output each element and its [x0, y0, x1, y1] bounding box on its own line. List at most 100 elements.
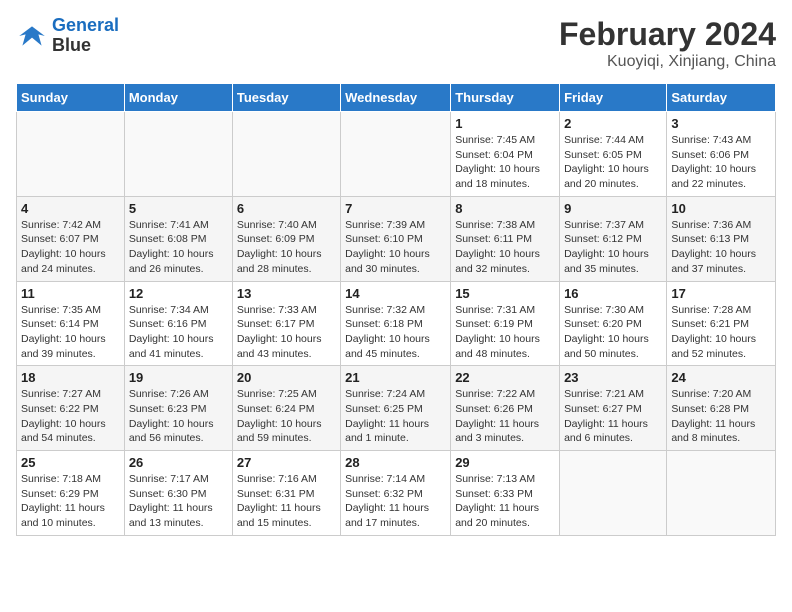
calendar-body: 1 Sunrise: 7:45 AM Sunset: 6:04 PM Daylig…	[17, 112, 776, 536]
calendar-day-cell: 1 Sunrise: 7:45 AM Sunset: 6:04 PM Daylig…	[451, 112, 560, 197]
calendar-day-cell: 4 Sunrise: 7:42 AM Sunset: 6:07 PM Daylig…	[17, 196, 125, 281]
day-number: 20	[237, 370, 336, 385]
day-number: 21	[345, 370, 446, 385]
calendar-week-row: 1 Sunrise: 7:45 AM Sunset: 6:04 PM Daylig…	[17, 112, 776, 197]
calendar-day-cell: 19 Sunrise: 7:26 AM Sunset: 6:23 PM Dayli…	[124, 366, 232, 451]
day-info: Sunrise: 7:38 AM Sunset: 6:11 PM Dayligh…	[455, 218, 555, 277]
calendar-day-cell: 29 Sunrise: 7:13 AM Sunset: 6:33 PM Dayli…	[451, 451, 560, 536]
weekday-header-cell: Friday	[560, 84, 667, 112]
day-number: 14	[345, 286, 446, 301]
calendar-day-cell: 10 Sunrise: 7:36 AM Sunset: 6:13 PM Dayli…	[667, 196, 776, 281]
calendar-day-cell: 21 Sunrise: 7:24 AM Sunset: 6:25 PM Dayli…	[341, 366, 451, 451]
day-info: Sunrise: 7:42 AM Sunset: 6:07 PM Dayligh…	[21, 218, 120, 277]
day-info: Sunrise: 7:39 AM Sunset: 6:10 PM Dayligh…	[345, 218, 446, 277]
day-number: 5	[129, 201, 228, 216]
calendar-day-cell: 15 Sunrise: 7:31 AM Sunset: 6:19 PM Dayli…	[451, 281, 560, 366]
weekday-header-cell: Thursday	[451, 84, 560, 112]
day-info: Sunrise: 7:32 AM Sunset: 6:18 PM Dayligh…	[345, 303, 446, 362]
calendar-day-cell: 28Sunrise: 7:14 AM Sunset: 6:32 PM Dayli…	[341, 451, 451, 536]
calendar-day-cell: 18 Sunrise: 7:27 AM Sunset: 6:22 PM Dayli…	[17, 366, 125, 451]
day-info: Sunrise: 7:22 AM Sunset: 6:26 PM Dayligh…	[455, 387, 555, 446]
logo-icon	[16, 20, 48, 52]
day-number: 15	[455, 286, 555, 301]
calendar-day-cell: 22 Sunrise: 7:22 AM Sunset: 6:26 PM Dayli…	[451, 366, 560, 451]
day-number: 12	[129, 286, 228, 301]
day-number: 23	[564, 370, 662, 385]
day-info: Sunrise: 7:17 AM Sunset: 6:30 PM Dayligh…	[129, 472, 228, 531]
calendar-week-row: 25Sunrise: 7:18 AM Sunset: 6:29 PM Dayli…	[17, 451, 776, 536]
title-block: February 2024 Kuoyiqi, Xinjiang, China	[559, 16, 776, 71]
calendar-day-cell: 25Sunrise: 7:18 AM Sunset: 6:29 PM Dayli…	[17, 451, 125, 536]
location-subtitle: Kuoyiqi, Xinjiang, China	[559, 53, 776, 71]
calendar-day-cell	[341, 112, 451, 197]
day-number: 11	[21, 286, 120, 301]
day-info: Sunrise: 7:25 AM Sunset: 6:24 PM Dayligh…	[237, 387, 336, 446]
day-number: 9	[564, 201, 662, 216]
calendar-table: SundayMondayTuesdayWednesdayThursdayFrid…	[16, 83, 776, 536]
calendar-day-cell: 9 Sunrise: 7:37 AM Sunset: 6:12 PM Daylig…	[560, 196, 667, 281]
day-number: 10	[671, 201, 771, 216]
calendar-day-cell: 5 Sunrise: 7:41 AM Sunset: 6:08 PM Daylig…	[124, 196, 232, 281]
day-info: Sunrise: 7:41 AM Sunset: 6:08 PM Dayligh…	[129, 218, 228, 277]
day-number: 8	[455, 201, 555, 216]
day-info: Sunrise: 7:28 AM Sunset: 6:21 PM Dayligh…	[671, 303, 771, 362]
day-info: Sunrise: 7:18 AM Sunset: 6:29 PM Dayligh…	[21, 472, 120, 531]
day-number: 6	[237, 201, 336, 216]
calendar-day-cell: 3Sunrise: 7:43 AM Sunset: 6:06 PM Daylig…	[667, 112, 776, 197]
page-header: General Blue February 2024 Kuoyiqi, Xinj…	[16, 16, 776, 71]
day-info: Sunrise: 7:35 AM Sunset: 6:14 PM Dayligh…	[21, 303, 120, 362]
day-number: 17	[671, 286, 771, 301]
day-info: Sunrise: 7:43 AM Sunset: 6:06 PM Dayligh…	[671, 133, 771, 192]
day-number: 16	[564, 286, 662, 301]
day-info: Sunrise: 7:37 AM Sunset: 6:12 PM Dayligh…	[564, 218, 662, 277]
calendar-day-cell: 17 Sunrise: 7:28 AM Sunset: 6:21 PM Dayli…	[667, 281, 776, 366]
logo-text: General Blue	[52, 16, 119, 56]
weekday-header-cell: Wednesday	[341, 84, 451, 112]
day-info: Sunrise: 7:36 AM Sunset: 6:13 PM Dayligh…	[671, 218, 771, 277]
day-number: 24	[671, 370, 771, 385]
day-number: 1	[455, 116, 555, 131]
day-info: Sunrise: 7:27 AM Sunset: 6:22 PM Dayligh…	[21, 387, 120, 446]
calendar-week-row: 4 Sunrise: 7:42 AM Sunset: 6:07 PM Daylig…	[17, 196, 776, 281]
weekday-header-cell: Monday	[124, 84, 232, 112]
calendar-day-cell: 23 Sunrise: 7:21 AM Sunset: 6:27 PM Dayli…	[560, 366, 667, 451]
calendar-day-cell	[124, 112, 232, 197]
day-number: 18	[21, 370, 120, 385]
weekday-header-cell: Tuesday	[232, 84, 340, 112]
day-info: Sunrise: 7:26 AM Sunset: 6:23 PM Dayligh…	[129, 387, 228, 446]
day-number: 4	[21, 201, 120, 216]
calendar-day-cell: 16 Sunrise: 7:30 AM Sunset: 6:20 PM Dayli…	[560, 281, 667, 366]
calendar-day-cell: 2Sunrise: 7:44 AM Sunset: 6:05 PM Daylig…	[560, 112, 667, 197]
day-info: Sunrise: 7:24 AM Sunset: 6:25 PM Dayligh…	[345, 387, 446, 446]
calendar-day-cell	[667, 451, 776, 536]
day-number: 27	[237, 455, 336, 470]
calendar-day-cell: 12Sunrise: 7:34 AM Sunset: 6:16 PM Dayli…	[124, 281, 232, 366]
day-info: Sunrise: 7:16 AM Sunset: 6:31 PM Dayligh…	[237, 472, 336, 531]
calendar-day-cell: 26Sunrise: 7:17 AM Sunset: 6:30 PM Dayli…	[124, 451, 232, 536]
day-number: 22	[455, 370, 555, 385]
day-number: 13	[237, 286, 336, 301]
month-year-title: February 2024	[559, 16, 776, 53]
day-info: Sunrise: 7:13 AM Sunset: 6:33 PM Dayligh…	[455, 472, 555, 531]
day-number: 29	[455, 455, 555, 470]
calendar-day-cell	[232, 112, 340, 197]
day-info: Sunrise: 7:45 AM Sunset: 6:04 PM Dayligh…	[455, 133, 555, 192]
calendar-day-cell: 24Sunrise: 7:20 AM Sunset: 6:28 PM Dayli…	[667, 366, 776, 451]
day-number: 7	[345, 201, 446, 216]
day-number: 19	[129, 370, 228, 385]
day-info: Sunrise: 7:40 AM Sunset: 6:09 PM Dayligh…	[237, 218, 336, 277]
day-info: Sunrise: 7:21 AM Sunset: 6:27 PM Dayligh…	[564, 387, 662, 446]
day-info: Sunrise: 7:31 AM Sunset: 6:19 PM Dayligh…	[455, 303, 555, 362]
day-info: Sunrise: 7:30 AM Sunset: 6:20 PM Dayligh…	[564, 303, 662, 362]
calendar-day-cell: 20 Sunrise: 7:25 AM Sunset: 6:24 PM Dayli…	[232, 366, 340, 451]
calendar-day-cell: 14 Sunrise: 7:32 AM Sunset: 6:18 PM Dayli…	[341, 281, 451, 366]
calendar-day-cell: 6 Sunrise: 7:40 AM Sunset: 6:09 PM Daylig…	[232, 196, 340, 281]
day-number: 28	[345, 455, 446, 470]
calendar-week-row: 18 Sunrise: 7:27 AM Sunset: 6:22 PM Dayli…	[17, 366, 776, 451]
calendar-day-cell: 8 Sunrise: 7:38 AM Sunset: 6:11 PM Daylig…	[451, 196, 560, 281]
calendar-day-cell: 7 Sunrise: 7:39 AM Sunset: 6:10 PM Daylig…	[341, 196, 451, 281]
day-info: Sunrise: 7:44 AM Sunset: 6:05 PM Dayligh…	[564, 133, 662, 192]
calendar-day-cell	[17, 112, 125, 197]
weekday-header-row: SundayMondayTuesdayWednesdayThursdayFrid…	[17, 84, 776, 112]
day-info: Sunrise: 7:33 AM Sunset: 6:17 PM Dayligh…	[237, 303, 336, 362]
